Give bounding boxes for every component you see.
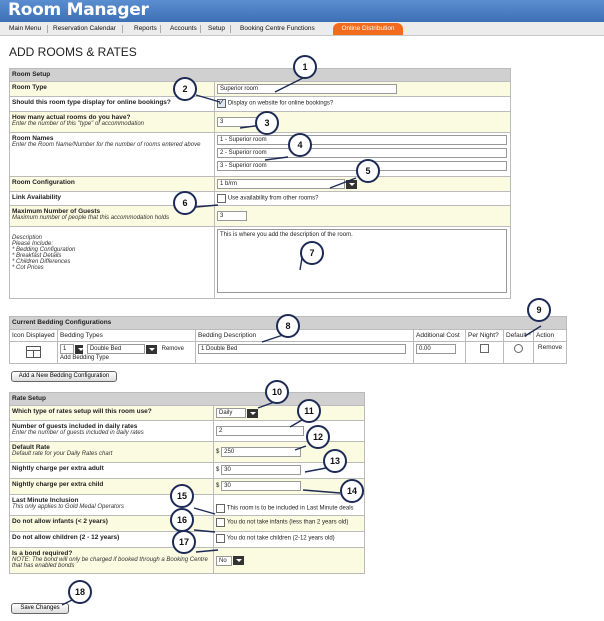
callout-15: 15 bbox=[170, 484, 194, 508]
callout-1: 1 bbox=[293, 55, 317, 79]
callout-4: 4 bbox=[288, 133, 312, 157]
callout-8: 8 bbox=[276, 314, 300, 338]
callout-13: 13 bbox=[323, 449, 347, 473]
callout-16: 16 bbox=[170, 508, 194, 532]
callout-5: 5 bbox=[356, 159, 380, 183]
callout-2: 2 bbox=[173, 77, 197, 101]
callout-arrows bbox=[61, 77, 542, 606]
callout-18: 18 bbox=[68, 580, 92, 604]
callout-14: 14 bbox=[340, 479, 364, 503]
callout-9: 9 bbox=[527, 298, 551, 322]
callout-6: 6 bbox=[173, 191, 197, 215]
callout-12: 12 bbox=[306, 425, 330, 449]
callout-10: 10 bbox=[265, 380, 289, 404]
callout-3: 3 bbox=[255, 111, 279, 135]
callout-11: 11 bbox=[297, 399, 321, 423]
callout-17: 17 bbox=[172, 530, 196, 554]
callout-7: 7 bbox=[300, 241, 324, 265]
